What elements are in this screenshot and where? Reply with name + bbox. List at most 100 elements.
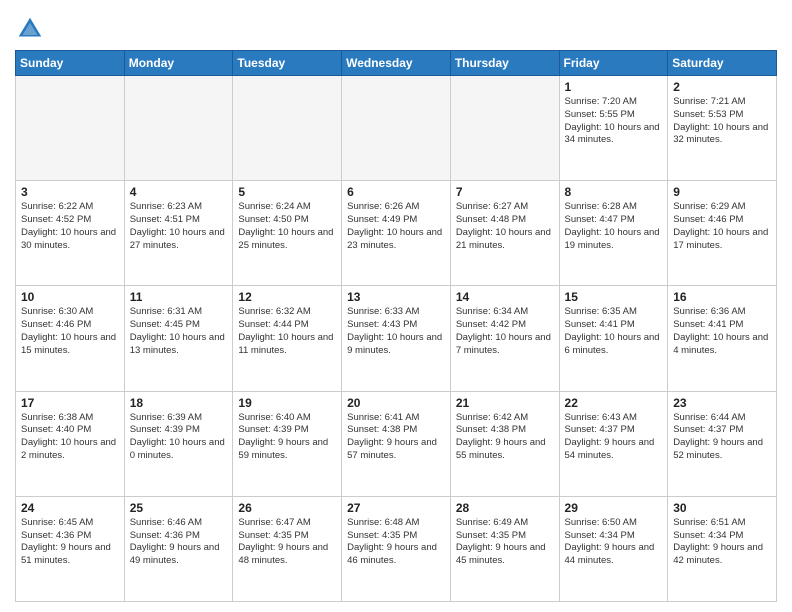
day-number: 5 — [238, 185, 336, 199]
cal-cell: 3 Sunrise: 6:22 AM Sunset: 4:52 PM Daylig… — [16, 181, 125, 286]
day-number: 30 — [673, 501, 771, 515]
day-number: 22 — [565, 396, 663, 410]
cal-cell: 24 Sunrise: 6:45 AM Sunset: 4:36 PM Dayli… — [16, 496, 125, 601]
cal-cell: 6 Sunrise: 6:26 AM Sunset: 4:49 PM Daylig… — [342, 181, 451, 286]
cal-cell: 9 Sunrise: 6:29 AM Sunset: 4:46 PM Daylig… — [668, 181, 777, 286]
day-number: 27 — [347, 501, 445, 515]
week-row-1: 1 Sunrise: 7:20 AM Sunset: 5:55 PM Daylig… — [16, 76, 777, 181]
day-number: 13 — [347, 290, 445, 304]
day-number: 10 — [21, 290, 119, 304]
cal-cell: 13 Sunrise: 6:33 AM Sunset: 4:43 PM Dayli… — [342, 286, 451, 391]
day-number: 26 — [238, 501, 336, 515]
day-info: Sunrise: 6:26 AM Sunset: 4:49 PM Dayligh… — [347, 201, 445, 252]
day-number: 25 — [130, 501, 228, 515]
day-number: 7 — [456, 185, 554, 199]
week-row-2: 3 Sunrise: 6:22 AM Sunset: 4:52 PM Daylig… — [16, 181, 777, 286]
col-tuesday: Tuesday — [233, 51, 342, 76]
cal-cell: 4 Sunrise: 6:23 AM Sunset: 4:51 PM Daylig… — [124, 181, 233, 286]
day-info: Sunrise: 6:43 AM Sunset: 4:37 PM Dayligh… — [565, 412, 663, 463]
day-info: Sunrise: 6:45 AM Sunset: 4:36 PM Dayligh… — [21, 517, 119, 568]
day-info: Sunrise: 6:34 AM Sunset: 4:42 PM Dayligh… — [456, 306, 554, 357]
day-info: Sunrise: 6:22 AM Sunset: 4:52 PM Dayligh… — [21, 201, 119, 252]
day-info: Sunrise: 6:50 AM Sunset: 4:34 PM Dayligh… — [565, 517, 663, 568]
week-row-3: 10 Sunrise: 6:30 AM Sunset: 4:46 PM Dayli… — [16, 286, 777, 391]
cal-cell: 11 Sunrise: 6:31 AM Sunset: 4:45 PM Dayli… — [124, 286, 233, 391]
col-saturday: Saturday — [668, 51, 777, 76]
cal-cell: 21 Sunrise: 6:42 AM Sunset: 4:38 PM Dayli… — [450, 391, 559, 496]
day-info: Sunrise: 6:33 AM Sunset: 4:43 PM Dayligh… — [347, 306, 445, 357]
day-info: Sunrise: 6:47 AM Sunset: 4:35 PM Dayligh… — [238, 517, 336, 568]
day-number: 15 — [565, 290, 663, 304]
day-info: Sunrise: 6:28 AM Sunset: 4:47 PM Dayligh… — [565, 201, 663, 252]
day-info: Sunrise: 6:42 AM Sunset: 4:38 PM Dayligh… — [456, 412, 554, 463]
calendar: Sunday Monday Tuesday Wednesday Thursday… — [15, 50, 777, 602]
day-info: Sunrise: 6:29 AM Sunset: 4:46 PM Dayligh… — [673, 201, 771, 252]
day-info: Sunrise: 6:31 AM Sunset: 4:45 PM Dayligh… — [130, 306, 228, 357]
col-sunday: Sunday — [16, 51, 125, 76]
cal-cell: 26 Sunrise: 6:47 AM Sunset: 4:35 PM Dayli… — [233, 496, 342, 601]
cal-cell: 2Sunrise: 7:21 AM Sunset: 5:53 PM Daylig… — [668, 76, 777, 181]
day-info: Sunrise: 7:20 AM Sunset: 5:55 PM Dayligh… — [565, 96, 663, 147]
logo — [15, 14, 49, 44]
cal-cell — [16, 76, 125, 181]
day-info: Sunrise: 6:49 AM Sunset: 4:35 PM Dayligh… — [456, 517, 554, 568]
cal-cell: 8Sunrise: 6:28 AM Sunset: 4:47 PM Daylig… — [559, 181, 668, 286]
logo-icon — [15, 14, 45, 44]
day-info: Sunrise: 6:44 AM Sunset: 4:37 PM Dayligh… — [673, 412, 771, 463]
cal-cell: 17Sunrise: 6:38 AM Sunset: 4:40 PM Dayli… — [16, 391, 125, 496]
cal-cell: 10 Sunrise: 6:30 AM Sunset: 4:46 PM Dayli… — [16, 286, 125, 391]
day-info: Sunrise: 6:38 AM Sunset: 4:40 PM Dayligh… — [21, 412, 119, 463]
day-info: Sunrise: 6:40 AM Sunset: 4:39 PM Dayligh… — [238, 412, 336, 463]
col-monday: Monday — [124, 51, 233, 76]
day-number: 16 — [673, 290, 771, 304]
week-row-4: 17Sunrise: 6:38 AM Sunset: 4:40 PM Dayli… — [16, 391, 777, 496]
cal-cell: 30Sunrise: 6:51 AM Sunset: 4:34 PM Dayli… — [668, 496, 777, 601]
cal-cell: 25Sunrise: 6:46 AM Sunset: 4:36 PM Dayli… — [124, 496, 233, 601]
day-number: 24 — [21, 501, 119, 515]
cal-cell: 5Sunrise: 6:24 AM Sunset: 4:50 PM Daylig… — [233, 181, 342, 286]
calendar-header: Sunday Monday Tuesday Wednesday Thursday… — [16, 51, 777, 76]
cal-cell: 16 Sunrise: 6:36 AM Sunset: 4:41 PM Dayli… — [668, 286, 777, 391]
calendar-table: Sunday Monday Tuesday Wednesday Thursday… — [15, 50, 777, 602]
day-info: Sunrise: 7:21 AM Sunset: 5:53 PM Dayligh… — [673, 96, 771, 147]
cal-cell — [450, 76, 559, 181]
day-number: 1 — [565, 80, 663, 94]
col-friday: Friday — [559, 51, 668, 76]
day-number: 3 — [21, 185, 119, 199]
day-number: 11 — [130, 290, 228, 304]
cal-cell: 15Sunrise: 6:35 AM Sunset: 4:41 PM Dayli… — [559, 286, 668, 391]
cal-cell: 20 Sunrise: 6:41 AM Sunset: 4:38 PM Dayli… — [342, 391, 451, 496]
day-info: Sunrise: 6:48 AM Sunset: 4:35 PM Dayligh… — [347, 517, 445, 568]
day-info: Sunrise: 6:36 AM Sunset: 4:41 PM Dayligh… — [673, 306, 771, 357]
day-info: Sunrise: 6:23 AM Sunset: 4:51 PM Dayligh… — [130, 201, 228, 252]
day-number: 4 — [130, 185, 228, 199]
day-number: 14 — [456, 290, 554, 304]
day-number: 23 — [673, 396, 771, 410]
day-info: Sunrise: 6:39 AM Sunset: 4:39 PM Dayligh… — [130, 412, 228, 463]
day-number: 6 — [347, 185, 445, 199]
cal-cell: 7Sunrise: 6:27 AM Sunset: 4:48 PM Daylig… — [450, 181, 559, 286]
cal-cell — [342, 76, 451, 181]
day-info: Sunrise: 6:32 AM Sunset: 4:44 PM Dayligh… — [238, 306, 336, 357]
day-info: Sunrise: 6:41 AM Sunset: 4:38 PM Dayligh… — [347, 412, 445, 463]
day-info: Sunrise: 6:30 AM Sunset: 4:46 PM Dayligh… — [21, 306, 119, 357]
cal-cell: 23 Sunrise: 6:44 AM Sunset: 4:37 PM Dayli… — [668, 391, 777, 496]
cal-cell: 12 Sunrise: 6:32 AM Sunset: 4:44 PM Dayli… — [233, 286, 342, 391]
cal-cell: 1 Sunrise: 7:20 AM Sunset: 5:55 PM Daylig… — [559, 76, 668, 181]
day-number: 12 — [238, 290, 336, 304]
cal-cell: 14 Sunrise: 6:34 AM Sunset: 4:42 PM Dayli… — [450, 286, 559, 391]
day-number: 20 — [347, 396, 445, 410]
day-number: 28 — [456, 501, 554, 515]
cal-cell: 28 Sunrise: 6:49 AM Sunset: 4:35 PM Dayli… — [450, 496, 559, 601]
cal-cell: 27 Sunrise: 6:48 AM Sunset: 4:35 PM Dayli… — [342, 496, 451, 601]
day-number: 29 — [565, 501, 663, 515]
day-number: 9 — [673, 185, 771, 199]
header — [15, 10, 777, 44]
day-number: 21 — [456, 396, 554, 410]
cal-cell: 19 Sunrise: 6:40 AM Sunset: 4:39 PM Dayli… — [233, 391, 342, 496]
cal-cell: 22 Sunrise: 6:43 AM Sunset: 4:37 PM Dayli… — [559, 391, 668, 496]
calendar-body: 1 Sunrise: 7:20 AM Sunset: 5:55 PM Daylig… — [16, 76, 777, 602]
page: Sunday Monday Tuesday Wednesday Thursday… — [0, 0, 792, 612]
col-thursday: Thursday — [450, 51, 559, 76]
day-number: 19 — [238, 396, 336, 410]
